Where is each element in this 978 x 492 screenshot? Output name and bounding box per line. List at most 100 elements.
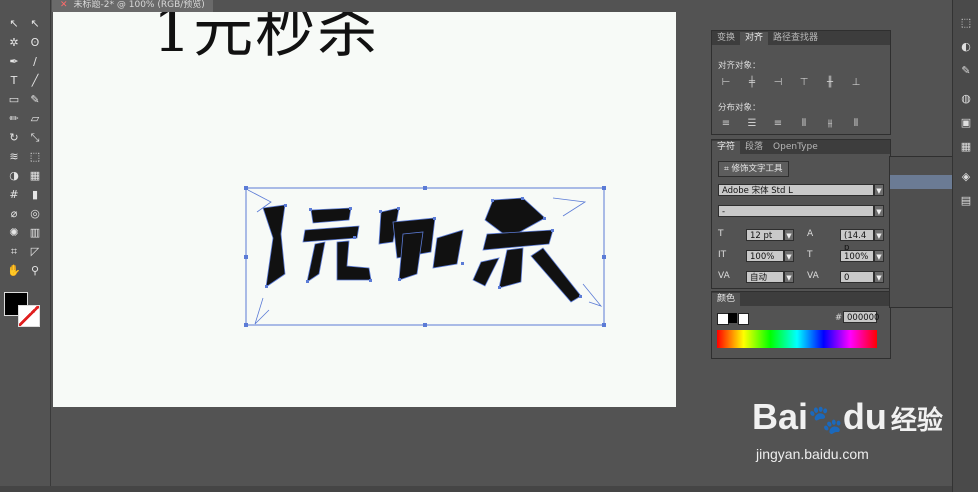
leading-dropdown[interactable]: ▼ [874,229,884,241]
kerning-icon: VA [718,271,730,281]
column-graph-tool-icon[interactable]: ▥ [26,225,44,241]
pen-tool-icon[interactable]: ✒ [5,54,23,70]
vertical-scale-icon: IT [718,250,727,260]
warp-tool-icon[interactable]: ≋ [5,149,23,165]
eraser-tool-icon[interactable]: ▱ [26,111,44,127]
brushes-icon[interactable]: ✎ [959,64,973,78]
magic-wand-tool-icon[interactable]: ✲ [5,35,23,51]
transform-icon[interactable]: ⬚ [959,16,973,30]
hex-value-field[interactable]: 000000 [843,311,879,323]
touch-type-label: 修饰文字工具 [731,164,783,174]
distribute-right-icon[interactable]: ⫴ [850,118,862,130]
mesh-tool-icon[interactable]: # [5,187,23,203]
distribute-left-icon[interactable]: ⫴ [798,118,810,130]
watermark-brand-text-2: du [842,396,887,437]
align-top-icon[interactable]: ⊤ [798,77,810,89]
distribute-objects-buttons: ≡ ☰ ≡ ⫴ ⫵ ⫴ [720,118,862,130]
kerning-dropdown[interactable]: ▼ [784,271,794,283]
distribute-objects-label: 分布对象： [718,103,761,113]
tracking-dropdown[interactable]: ▼ [874,271,884,283]
artwork-canvas[interactable] [53,12,676,407]
distribute-top-icon[interactable]: ≡ [720,118,732,130]
align-objects-label: 对齐对象： [718,61,761,71]
stroke-color-swatch[interactable] [18,305,40,327]
tab-align[interactable]: 对齐 [740,32,769,45]
tab-color[interactable]: 颜色 [712,293,741,306]
symbols-icon[interactable]: ◍ [959,92,973,106]
perspective-grid-tool-icon[interactable]: ▦ [26,168,44,184]
appearance-icon[interactable]: ◐ [959,40,973,54]
direct-selection-tool-icon[interactable]: ↖ [26,16,44,32]
vertical-scale-dropdown[interactable]: ▼ [784,250,794,262]
selected-row[interactable] [890,175,953,189]
tracking-icon: VA [807,271,819,281]
artboards-icon[interactable]: ▤ [959,194,973,208]
align-right-icon[interactable]: ⊣ [772,77,784,89]
distribute-horizontal-center-icon[interactable]: ⫵ [824,118,836,130]
lasso-tool-icon[interactable]: ʘ [26,35,44,51]
swatches-icon[interactable]: ▦ [959,140,973,154]
curvature-tool-icon[interactable]: ∕ [26,54,44,70]
align-panel: 变换 对齐 路径查找器 对齐对象： ⊢ ╪ ⊣ ⊤ ╫ ⊥ 分布对象： ≡ ☰ … [711,30,891,135]
vertical-scale-field[interactable]: 100% [746,250,784,262]
slice-tool-icon[interactable]: ◸ [26,244,44,260]
distribute-vertical-center-icon[interactable]: ☰ [746,118,758,130]
align-horizontal-center-icon[interactable]: ╪ [746,77,758,89]
tab-character[interactable]: 字符 [712,141,741,154]
hand-tool-icon[interactable]: ✋ [5,263,23,279]
free-transform-tool-icon[interactable]: ⬚ [26,149,44,165]
right-dock: ⬚ ◐ ✎ ◍ ▣ ▦ ◈ ▤ [952,0,978,492]
document-title: 未标题-2* @ 100% (RGB/预览) [73,0,205,10]
paintbrush-tool-icon[interactable]: ✎ [26,92,44,108]
blend-tool-icon[interactable]: ◎ [26,206,44,222]
font-size-field[interactable]: 12 pt [746,229,784,241]
font-style-field[interactable]: - [718,205,874,217]
color-spectrum[interactable] [717,330,877,348]
font-size-dropdown[interactable]: ▼ [784,229,794,241]
gradient-tool-icon[interactable]: ▮ [26,187,44,203]
leading-field[interactable]: (14.4 p [840,229,874,253]
rotate-tool-icon[interactable]: ↻ [5,130,23,146]
type-tool-icon[interactable]: T [5,73,23,89]
artboard[interactable]: 1元秒杀 [53,12,676,407]
horizontal-scale-dropdown[interactable]: ▼ [874,250,884,262]
artboard-tool-icon[interactable]: ⌗ [5,244,23,260]
hex-label: # [835,313,843,323]
black-swatch[interactable] [728,313,737,323]
align-vertical-center-icon[interactable]: ╫ [824,77,836,89]
close-tab-icon[interactable]: ✕ [60,0,68,10]
layers-icon[interactable]: ◈ [959,170,973,184]
white-swatch[interactable] [738,313,749,325]
symbol-sprayer-tool-icon[interactable]: ✺ [5,225,23,241]
eyedropper-tool-icon[interactable]: ⌀ [5,206,23,222]
tab-paragraph[interactable]: 段落 [740,141,768,154]
tracking-field[interactable]: 0 [840,271,874,283]
zoom-tool-icon[interactable]: ⚲ [26,263,44,279]
scale-tool-icon[interactable]: ⤡ [26,130,44,146]
watermark-suffix: 经验 [890,405,943,435]
tab-transform[interactable]: 变换 [712,32,740,45]
align-bottom-icon[interactable]: ⊥ [850,77,862,89]
tab-pathfinder[interactable]: 路径查找器 [768,32,823,45]
line-tool-icon[interactable]: ╱ [26,73,44,89]
kerning-field[interactable]: 自动 [746,271,784,283]
graphic-styles-icon[interactable]: ▣ [959,116,973,130]
align-left-icon[interactable]: ⊢ [720,77,732,89]
font-size-icon: T [718,229,724,239]
selection-tool-icon[interactable]: ↖ [5,16,23,32]
rectangle-tool-icon[interactable]: ▭ [5,92,23,108]
tab-opentype[interactable]: OpenType [768,141,823,154]
selection-bounding-box [245,187,605,326]
color-panel-tabs: 颜色 [712,292,890,306]
horizontal-scale-icon: T [807,250,813,260]
horizontal-scale-field[interactable]: 100% [840,250,874,262]
font-family-field[interactable]: Adobe 宋体 Std L [718,184,874,196]
touch-type-tool-button[interactable]: ⌗ 修饰文字工具 [718,161,789,177]
font-family-dropdown[interactable]: ▼ [874,184,884,196]
font-style-dropdown[interactable]: ▼ [874,205,884,217]
document-tab[interactable]: ✕ 未标题-2* @ 100% (RGB/预览) [52,0,213,12]
align-panel-tabs: 变换 对齐 路径查找器 [712,31,890,45]
distribute-bottom-icon[interactable]: ≡ [772,118,784,130]
pencil-tool-icon[interactable]: ✏ [5,111,23,127]
shape-builder-tool-icon[interactable]: ◑ [5,168,23,184]
